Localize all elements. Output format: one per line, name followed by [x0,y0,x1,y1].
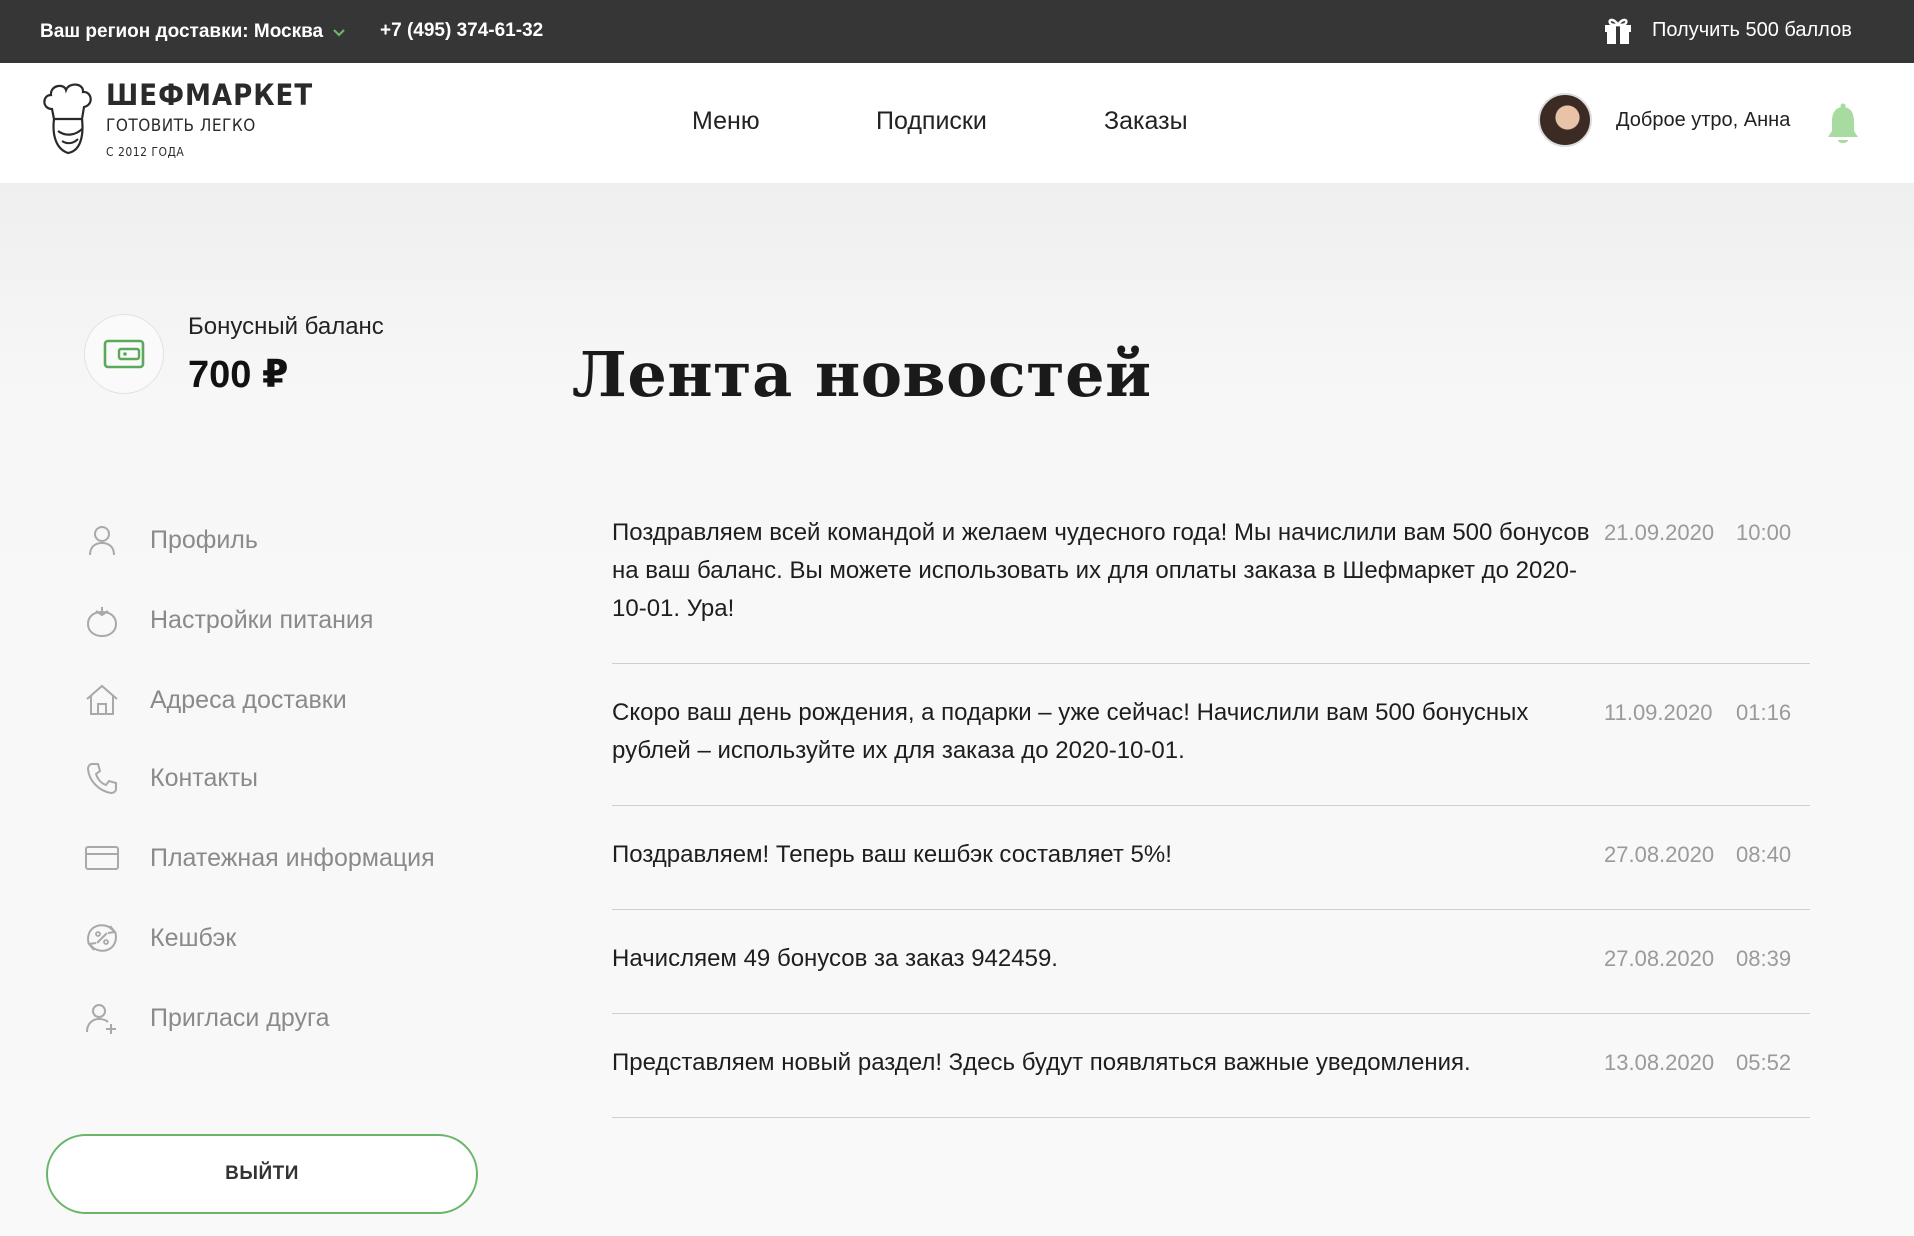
wallet-icon [103,339,145,369]
add-user-icon [86,1004,116,1034]
bonus-balance-value: 700 ₽ [188,354,289,396]
news-time: 05:52 [1736,1050,1792,1075]
news-date: 13.08.2020 [1604,1050,1715,1075]
sidebar-item-label: Пригласи друга [150,1003,330,1032]
sidebar-item-addresses[interactable]: Адреса доставки [82,680,347,720]
phone-number[interactable]: +7 (495) 374-61-32 [380,20,543,42]
news-text: Начисляем 49 бонусов за заказ 942459. [612,945,1058,972]
news-date: 27.08.2020 [1604,946,1715,971]
news-date: 27.08.2020 [1604,842,1715,867]
nav-subscriptions[interactable]: Подписки [876,107,987,136]
card-icon [85,846,119,870]
bell-icon[interactable] [1825,103,1861,147]
sidebar-item-label: Кешбэк [150,923,237,952]
chef-logo-icon [43,83,92,155]
sidebar-item-label: Профиль [150,525,258,554]
user-icon [89,526,115,556]
gift-icon [1605,18,1631,44]
logo-since: С 2012 ГОДА [106,145,185,159]
get-bonus-points-link[interactable]: Получить 500 баллов [1602,14,1852,46]
get-bonus-points-label: Получить 500 баллов [1652,18,1852,41]
delivery-region-selector[interactable]: Ваш регион доставки: Москва [40,21,347,43]
sidebar-item-food-settings[interactable]: Настройки питания [82,600,373,640]
sidebar-item-payment[interactable]: Платежная информация [82,838,435,878]
news-text: Представляем новый раздел! Здесь будут п… [612,1049,1471,1076]
sidebar-item-label: Адреса доставки [150,685,347,714]
news-date: 21.09.2020 [1604,520,1715,545]
user-greeting: Доброе утро, Анна [1616,108,1791,131]
sidebar-item-invite-friend[interactable]: Пригласи друга [82,998,330,1038]
sidebar-item-label: Контакты [150,763,258,792]
user-menu[interactable]: Доброе утро, Анна [1538,93,1790,147]
news-time: 10:00 [1736,520,1792,545]
wallet-icon-badge [84,314,164,394]
top-bar: Ваш регион доставки: Москва +7 (495) 374… [0,0,1914,63]
news-item: Начисляем 49 бонусов за заказ 942459. 27… [612,940,1810,1014]
bonus-balance-label: Бонусный баланс [188,313,384,340]
chevron-down-icon [333,29,345,37]
news-time: 08:40 [1736,842,1792,867]
logo-slogan: ГОТОВИТЬ ЛЕГКО [106,116,256,136]
cashback-icon [87,924,117,952]
sidebar-item-profile[interactable]: Профиль [82,520,258,560]
logo-name: ШЕФМАРКЕТ [106,78,314,112]
nav-orders[interactable]: Заказы [1104,107,1188,136]
news-text: Скоро ваш день рождения, а подарки – уже… [612,699,1529,764]
sidebar-item-contacts[interactable]: Контакты [82,758,258,798]
sidebar-item-label: Платежная информация [150,843,435,872]
news-item: Скоро ваш день рождения, а подарки – уже… [612,694,1810,806]
phone-icon [86,763,117,795]
house-icon [86,684,118,715]
news-text: Поздравляем всей командой и желаем чудес… [612,519,1590,622]
news-item: Представляем новый раздел! Здесь будут п… [612,1044,1810,1118]
news-item: Поздравляем! Теперь ваш кешбэк составляе… [612,836,1810,910]
delivery-region-label: Ваш регион доставки: Москва [40,21,324,42]
logo[interactable]: ШЕФМАРКЕТ ГОТОВИТЬ ЛЕГКО С 2012 ГОДА [38,79,313,161]
news-time: 08:39 [1736,946,1792,971]
logout-button[interactable]: ВЫЙТИ [46,1134,478,1214]
sidebar-item-label: Настройки питания [150,605,374,634]
news-item: Поздравляем всей командой и желаем чудес… [612,514,1810,664]
main-header: ШЕФМАРКЕТ ГОТОВИТЬ ЛЕГКО С 2012 ГОДА Мен… [0,63,1914,183]
news-date: 11.09.2020 [1604,700,1713,725]
avatar[interactable] [1538,93,1592,147]
sidebar-item-cashback[interactable]: Кешбэк [82,918,236,958]
news-text: Поздравляем! Теперь ваш кешбэк составляе… [612,841,1172,868]
page-title: Лента новостей [572,338,1152,411]
nav-menu[interactable]: Меню [692,107,760,136]
news-time: 01:16 [1736,700,1792,725]
tomato-icon [86,607,118,638]
